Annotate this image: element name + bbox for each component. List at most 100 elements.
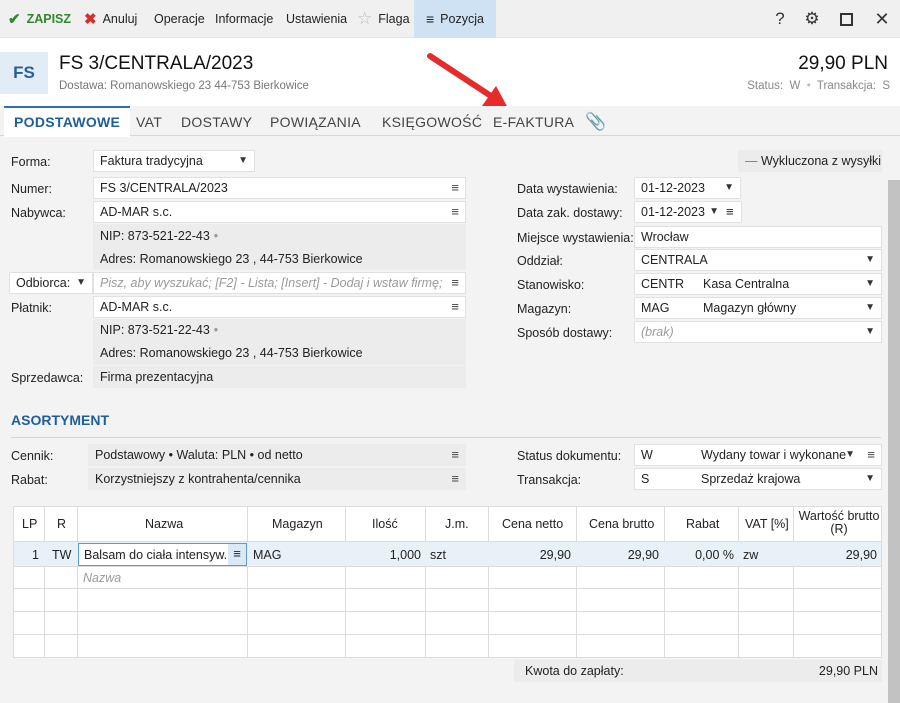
- chevron-down-icon: ▼: [76, 277, 86, 288]
- document-amount: 29,90 PLN: [798, 53, 888, 74]
- chevron-down-icon: ▼: [724, 182, 734, 193]
- sprzedawca-label: Sprzedawca:: [11, 371, 84, 385]
- excluded-toggle[interactable]: — Wykluczona z wysyłki: [738, 150, 882, 172]
- menu-lines-icon: ≡: [451, 471, 459, 486]
- tab-e-faktura[interactable]: E-FAKTURA: [493, 106, 574, 136]
- status-dokumentu-select[interactable]: W Wydany towar i wykonane ▼ ≡: [634, 444, 882, 466]
- col-jm[interactable]: J.m.: [445, 517, 469, 531]
- star-icon: ☆: [357, 9, 373, 28]
- col-nazwa[interactable]: Nazwa: [145, 517, 183, 531]
- section-title-asortyment: ASORTYMENT: [11, 412, 109, 428]
- col-ilosc[interactable]: Ilość: [372, 517, 398, 531]
- position-button[interactable]: ≡ Pozycja: [414, 0, 496, 38]
- cennik-field[interactable]: Podstawowy • Waluta: PLN • od netto ≡: [88, 444, 466, 466]
- nabywca-field[interactable]: AD-MAR s.c. ≡: [93, 201, 466, 223]
- help-icon[interactable]: ?: [770, 9, 790, 29]
- cennik-label: Cennik:: [11, 449, 54, 463]
- total-due: Kwota do zapłaty: 29,90 PLN: [514, 660, 882, 682]
- forma-label: Forma:: [11, 155, 51, 169]
- miejsce-label: Miejsce wystawienia:: [517, 231, 634, 245]
- platnik-adres: Adres: Romanowskiego 23 , 44-753 Bierkow…: [100, 346, 363, 360]
- chevron-down-icon: ▼: [238, 155, 248, 166]
- new-row-name-input[interactable]: Nazwa: [83, 571, 121, 585]
- transakcja-label: Transakcja:: [517, 473, 582, 487]
- col-cena-netto[interactable]: Cena netto: [502, 517, 563, 531]
- magazyn-select[interactable]: MAG Magazyn główny ▼: [634, 297, 882, 319]
- name-cell-editor[interactable]: Balsam do ciała intensyw... ≡: [78, 543, 247, 566]
- cancel-button[interactable]: ✖ Anuluj: [84, 0, 137, 38]
- tab-vat[interactable]: VAT: [136, 106, 162, 136]
- odbiorca-input[interactable]: Pisz, aby wyszukać; [F2] - Lista; [Inser…: [93, 272, 466, 294]
- magazyn-label: Magazyn:: [517, 302, 572, 316]
- chevron-down-icon: ▼: [845, 449, 855, 460]
- col-lp[interactable]: LP: [22, 517, 37, 531]
- settings-menu[interactable]: Ustawienia: [286, 0, 347, 38]
- chevron-down-icon: ▼: [865, 326, 875, 337]
- nabywca-nip: NIP: 873-521-22-43: [100, 229, 210, 243]
- platnik-label: Płatnik:: [11, 301, 52, 315]
- divider: [11, 437, 881, 438]
- col-cena-brutto[interactable]: Cena brutto: [589, 517, 654, 531]
- menu-lines-icon: ≡: [451, 180, 459, 195]
- menu-lines-icon[interactable]: ≡: [726, 204, 734, 219]
- save-button[interactable]: ✔ ZAPISZ: [8, 0, 71, 38]
- page-title: FS 3/CENTRALA/2023: [59, 53, 254, 74]
- info-menu[interactable]: Informacje: [215, 0, 273, 38]
- col-r[interactable]: R: [57, 517, 66, 531]
- check-icon: ✔: [8, 11, 21, 28]
- menu-lines-icon: ≡: [451, 447, 459, 462]
- sposob-label: Sposób dostawy:: [517, 326, 613, 340]
- chevron-down-icon: ▼: [865, 302, 875, 313]
- rabat-label: Rabat:: [11, 473, 48, 487]
- odbiorca-select[interactable]: Odbiorca: ▼: [9, 272, 93, 294]
- transakcja-select[interactable]: S Sprzedaż krajowa ▼: [634, 468, 882, 490]
- col-vat[interactable]: VAT [%]: [745, 517, 789, 531]
- tab-ksiegowosc[interactable]: KSIĘGOWOŚĆ: [382, 106, 482, 136]
- chevron-down-icon: ▼: [865, 254, 875, 265]
- stanowisko-select[interactable]: CENTR Kasa Centralna ▼: [634, 273, 882, 295]
- platnik-field[interactable]: AD-MAR s.c. ≡: [93, 296, 466, 318]
- data-dost-label: Data zak. dostawy:: [517, 206, 623, 220]
- rabat-field[interactable]: Korzystniejszy z kontrahenta/cennika ≡: [88, 468, 466, 490]
- data-wyst-label: Data wystawienia:: [517, 182, 618, 196]
- menu-lines-icon: ≡: [447, 273, 459, 293]
- maximize-icon[interactable]: [836, 9, 856, 29]
- flag-button[interactable]: ☆ Flaga: [357, 0, 410, 38]
- attachment-icon[interactable]: 📎: [585, 106, 606, 136]
- tab-dostawy[interactable]: DOSTAWY: [181, 106, 252, 136]
- sposob-select[interactable]: (brak) ▼: [634, 321, 882, 343]
- document-type-icon: FS: [0, 52, 48, 94]
- chevron-down-icon: ▼: [709, 206, 719, 217]
- red-arrow-annotation: [427, 53, 508, 108]
- status-line: Status: W • Transakcja: S: [747, 80, 890, 92]
- chevron-down-icon: ▼: [865, 473, 875, 484]
- tab-podstawowe[interactable]: PODSTAWOWE: [4, 106, 131, 137]
- oddzial-select[interactable]: CENTRALA ▼: [634, 249, 882, 271]
- menu-lines-icon: ≡: [451, 204, 459, 219]
- operations-menu[interactable]: Operacje: [154, 0, 205, 38]
- oddzial-label: Oddział:: [517, 254, 563, 268]
- menu-lines-icon: ≡: [867, 447, 875, 462]
- col-wartosc-brutto[interactable]: Wartość brutto (R): [797, 510, 881, 536]
- platnik-nip: NIP: 873-521-22-43: [100, 323, 210, 337]
- miejsce-field[interactable]: Wrocław: [634, 226, 882, 248]
- numer-field[interactable]: FS 3/CENTRALA/2023 ≡: [93, 177, 466, 199]
- chevron-down-icon: ▼: [865, 278, 875, 289]
- tab-powiazania[interactable]: POWIĄZANIA: [270, 106, 361, 136]
- toolbar: ✔ ZAPISZ ✖ Anuluj Operacje Informacje Usta…: [0, 0, 900, 38]
- menu-lines-icon: ≡: [426, 11, 435, 27]
- data-wyst-field[interactable]: 01-12-2023 ▼: [634, 177, 741, 199]
- forma-select[interactable]: Faktura tradycyjna ▼: [93, 150, 255, 172]
- col-rabat[interactable]: Rabat: [686, 517, 719, 531]
- col-magazyn[interactable]: Magazyn: [272, 517, 323, 531]
- menu-lines-icon: ≡: [451, 299, 459, 314]
- vertical-scrollbar[interactable]: [888, 180, 900, 703]
- numer-label: Numer:: [11, 182, 52, 196]
- status-dokumentu-label: Status dokumentu:: [517, 449, 622, 463]
- tab-bar: PODSTAWOWE VAT DOSTAWY POWIĄZANIA KSIĘGO…: [0, 106, 900, 137]
- nabywca-adres: Adres: Romanowskiego 23 , 44-753 Bierkow…: [100, 252, 363, 266]
- sprzedawca-field: Firma prezentacyjna: [93, 366, 466, 388]
- gear-icon[interactable]: ⚙: [802, 9, 822, 29]
- menu-lines-icon: ≡: [228, 544, 246, 565]
- close-window-icon[interactable]: ✕: [872, 9, 892, 29]
